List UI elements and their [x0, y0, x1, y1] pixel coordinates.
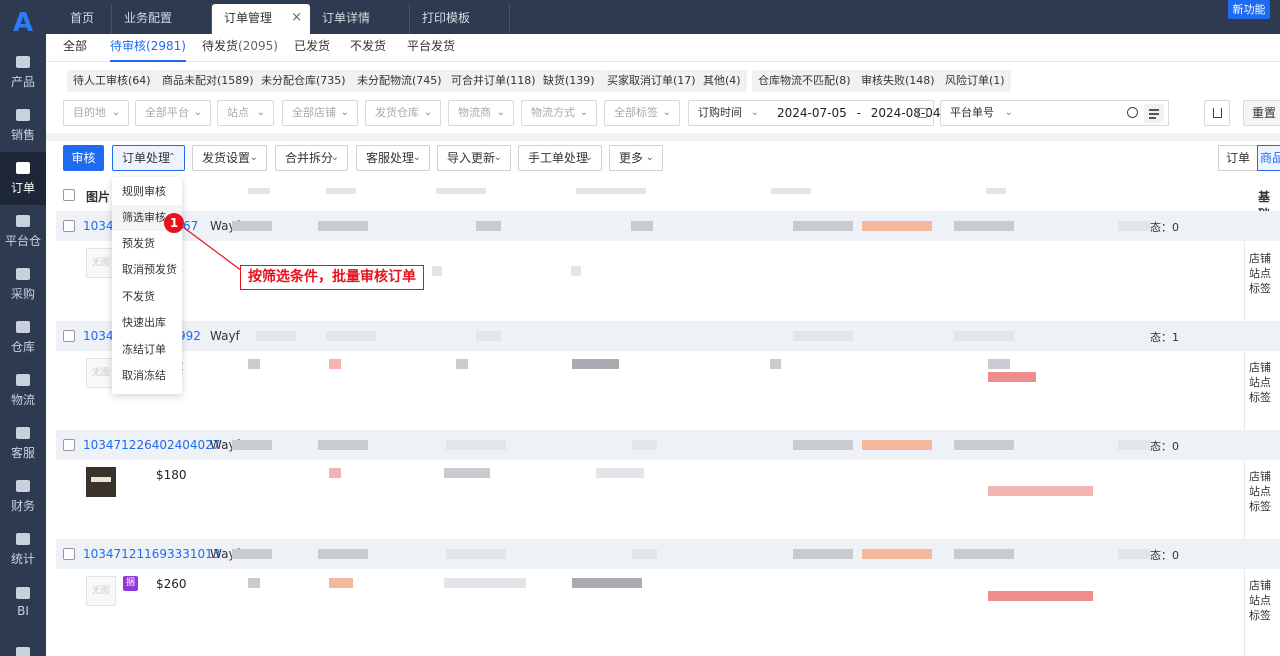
callout-connector: [182, 226, 243, 272]
callout-text: 按筛选条件，批量审核订单: [240, 265, 424, 290]
app-root: A 产品 销售 订单 平台仓 采购 仓库 物流 客服 财务 统计 BI 首页 业…: [0, 0, 1280, 656]
step-number-badge: 1: [164, 213, 184, 233]
